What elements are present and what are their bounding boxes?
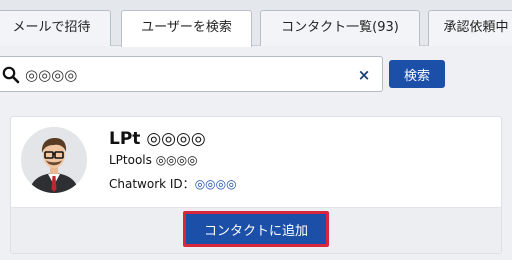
chatwork-id-value[interactable]: ◎◎◎◎ xyxy=(195,177,237,191)
tab-user-search[interactable]: ユーザーを検索 xyxy=(121,10,252,47)
tab-bar: メールで招待 ユーザーを検索 コンタクト一覧(93) 承認依頼中 xyxy=(0,0,512,47)
tab-approval-pending[interactable]: 承認依頼中 xyxy=(428,10,512,46)
chatwork-id-label: Chatwork ID： xyxy=(109,177,195,191)
add-contact-button[interactable]: コンタクトに追加 xyxy=(183,211,329,247)
tab-contact-list[interactable]: コンタクト一覧(93) xyxy=(260,10,420,46)
clear-icon[interactable]: × xyxy=(356,65,372,85)
avatar xyxy=(21,127,87,193)
tab-email-invite[interactable]: メールで招待 xyxy=(0,10,111,46)
user-result-card: LPt ◎◎◎◎ LPtools ◎◎◎◎ Chatwork ID：◎◎◎◎ コ… xyxy=(10,116,502,254)
card-action-bar: コンタクトに追加 xyxy=(11,207,501,253)
search-button[interactable]: 検索 xyxy=(389,60,445,88)
search-input[interactable] xyxy=(25,63,345,87)
search-row: × 検索 xyxy=(0,56,512,92)
user-name: LPt ◎◎◎◎ xyxy=(109,129,206,149)
user-organization: LPtools ◎◎◎◎ xyxy=(109,153,198,167)
chatwork-id: Chatwork ID：◎◎◎◎ xyxy=(109,175,237,192)
search-icon xyxy=(2,66,20,84)
search-box[interactable]: × xyxy=(0,56,383,92)
